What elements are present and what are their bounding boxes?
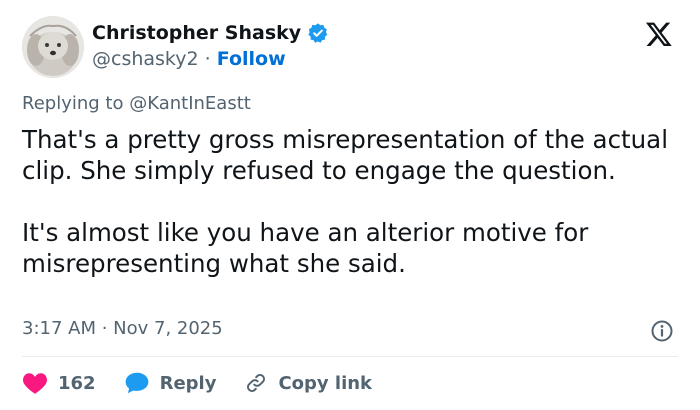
copy-link-label: Copy link bbox=[278, 372, 373, 394]
speech-bubble-icon bbox=[125, 372, 148, 394]
follow-button[interactable]: Follow bbox=[217, 48, 286, 70]
x-logo-icon[interactable] bbox=[645, 20, 673, 48]
reply-context-handle[interactable]: @KantInEastt bbox=[129, 93, 251, 114]
author-name[interactable]: Christopher Shasky bbox=[92, 22, 301, 44]
author-handle[interactable]: @cshasky2 bbox=[92, 48, 199, 70]
verified-badge-icon bbox=[308, 23, 328, 43]
author-handle-line: @cshasky2 · Follow bbox=[92, 48, 286, 70]
avatar[interactable] bbox=[22, 16, 84, 78]
heart-icon bbox=[23, 373, 47, 394]
action-bar: 162 Reply Copy link bbox=[22, 368, 400, 398]
info-icon[interactable] bbox=[650, 319, 674, 343]
tweet-paragraph: That's a pretty gross misrepresentation … bbox=[22, 125, 668, 185]
tweet-text: That's a pretty gross misrepresentation … bbox=[22, 124, 682, 279]
copy-link-button[interactable]: Copy link bbox=[244, 371, 372, 395]
tweet-timestamp[interactable]: 3:17 AM · Nov 7, 2025 bbox=[22, 318, 223, 339]
tweet-paragraph: It's almost like you have an alterior mo… bbox=[22, 218, 589, 278]
divider bbox=[22, 356, 678, 357]
link-icon bbox=[247, 374, 266, 392]
reply-context-prefix: Replying to bbox=[22, 93, 124, 114]
like-count: 162 bbox=[58, 372, 96, 394]
author-name-row: Christopher Shasky bbox=[92, 22, 329, 44]
reply-label: Reply bbox=[159, 372, 217, 394]
reply-context: Replying to @KantInEastt bbox=[22, 93, 251, 114]
avatar-dog-image bbox=[22, 16, 84, 78]
separator: · bbox=[204, 48, 211, 70]
reply-button[interactable]: Reply bbox=[124, 371, 217, 395]
like-button[interactable]: 162 bbox=[22, 371, 96, 395]
